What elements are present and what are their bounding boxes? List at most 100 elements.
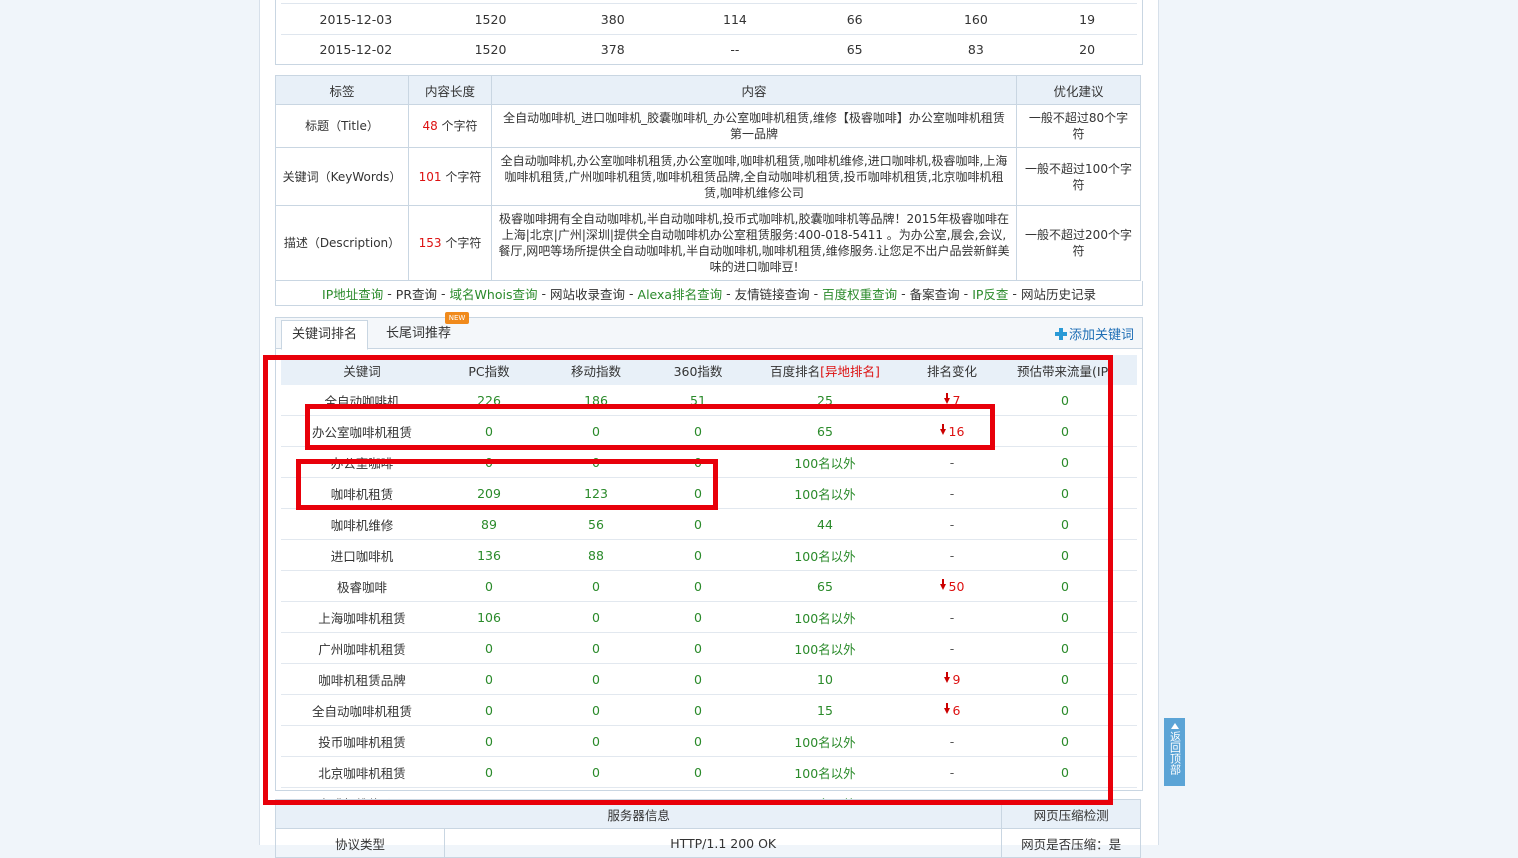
keyword-cell: 全自动咖啡机: [281, 385, 443, 416]
baidu-rank-cell: 65: [739, 415, 911, 447]
tab-bar: 关键词排名 长尾词推荐 NEW 添加关键词: [276, 312, 1142, 350]
keyword-cell: 办公室咖啡: [281, 446, 443, 478]
rank-change-value: 50: [948, 578, 965, 594]
meta-row-keywords: 关键词（KeyWords） 101 个字符 全自动咖啡机,办公室咖啡机租赁,办公…: [275, 147, 1141, 206]
meta-label-title: 标题（Title）: [275, 104, 409, 148]
rank-change-cell: -: [911, 725, 993, 757]
history-date: 2015-12-03: [319, 11, 393, 27]
tool-links-bar: IP地址查询 - PR查询 - 域名Whois查询 - 网站收录查询 - Alexa排名…: [275, 281, 1143, 306]
meta-advice: 一般不超过80个字符: [1016, 104, 1141, 148]
baidu-rank-cell: 100名以外: [739, 632, 911, 664]
meta-row-description: 描述（Description） 153 个字符 极睿咖啡拥有全自动咖啡机,半自动…: [275, 205, 1141, 281]
keyword-cell: 办公室咖啡机租赁: [281, 415, 443, 447]
arrow-down-icon: [939, 579, 946, 590]
table-row: 全自动咖啡机 226 186 51 25 7 0: [281, 385, 1137, 416]
rank-change-cell: -: [911, 756, 993, 788]
link-whois[interactable]: 域名Whois查询: [450, 284, 538, 303]
meta-content: 全自动咖啡机_进口咖啡机_胶囊咖啡机_办公室咖啡机租赁,维修【极睿咖啡】办公室咖…: [491, 104, 1017, 148]
header-keyword: 关键词: [281, 355, 443, 385]
pc-index-cell: 226: [443, 385, 535, 416]
link-site-history[interactable]: 网站历史记录: [1021, 284, 1096, 303]
mobile-index-cell: 88: [535, 539, 657, 571]
link-alexa[interactable]: Alexa排名查询: [638, 284, 723, 303]
add-keyword-button[interactable]: 添加关键词: [1054, 324, 1134, 343]
link-pr-lookup[interactable]: PR查询: [396, 284, 437, 303]
pc-index-cell: 0: [443, 446, 535, 478]
meta-length: 153 个字符: [408, 205, 492, 281]
baidu-rank-cell: 15: [739, 694, 911, 726]
meta-advice: 一般不超过200个字符: [1016, 205, 1141, 281]
keyword-cell: 北京咖啡机租赁: [281, 756, 443, 788]
table-row: 咖啡机维修 89 56 0 44-0: [281, 508, 1137, 540]
meta-advice: 一般不超过100个字符: [1016, 147, 1141, 206]
rank-change-cell: 7: [911, 385, 993, 416]
baidu-rank-cell: 10: [739, 663, 911, 695]
table-row: 全自动咖啡机租赁 0 0 0 15 6 0: [281, 694, 1137, 726]
table-row: 2015-12-02 1520 378 -- 65 83 20: [281, 34, 1137, 64]
rank-change-cell: -: [911, 539, 993, 571]
link-index-lookup[interactable]: 网站收录查询: [550, 284, 625, 303]
header-baidu-rank: 百度排名[异地排名]: [739, 355, 911, 385]
history-cell: --: [730, 41, 740, 57]
baidu-rank-cell: 65: [739, 570, 911, 602]
tab-keyword-ranking[interactable]: 关键词排名: [281, 320, 369, 350]
new-badge: NEW: [445, 312, 469, 324]
history-cell: 378: [600, 41, 625, 57]
traffic-cell: 0: [993, 756, 1137, 788]
length-number: 101: [418, 169, 442, 184]
table-row: 广州咖啡机租赁 0 0 0 100名以外 -0: [281, 632, 1137, 664]
history-cell: 380: [600, 11, 625, 27]
pc-index-cell: 0: [443, 725, 535, 757]
history-cell: 83: [967, 41, 984, 57]
index-360-cell: 0: [657, 570, 739, 602]
traffic-cell: 0: [993, 539, 1137, 571]
tab-longtail-recommend[interactable]: 长尾词推荐: [376, 320, 461, 348]
link-friend-links[interactable]: 友情链接查询: [735, 284, 810, 303]
pc-index-cell: 0: [443, 632, 535, 664]
rank-change-cell: -: [911, 508, 993, 540]
index-360-cell: 0: [657, 415, 739, 447]
table-row: 2015-12-03 1520 380 114 66 160 19: [281, 3, 1137, 35]
link-ip-reverse[interactable]: IP反查: [972, 284, 1008, 303]
table-row: 办公室咖啡机租赁 0 0 0 65 16 0: [281, 415, 1137, 447]
header-content: 内容: [491, 75, 1017, 105]
table-row: 上海咖啡机租赁 106 0 0 100名以外 -0: [281, 601, 1137, 633]
add-keyword-label: 添加关键词: [1068, 328, 1134, 343]
index-360-cell: 0: [657, 446, 739, 478]
keyword-cell: 上海咖啡机租赁: [281, 601, 443, 633]
history-cell: 65: [846, 41, 863, 57]
table-row: 北京咖啡机租赁 0 0 0 100名以外 -0: [281, 756, 1137, 788]
table-header-row: 关键词 PC指数 移动指数 360指数 百度排名[异地排名] 排名变化 预估带来…: [281, 355, 1137, 385]
index-360-cell: 0: [657, 601, 739, 633]
header-baidu-rank-label: 百度排名: [770, 363, 821, 379]
rank-change-cell: -: [911, 446, 993, 478]
mobile-index-cell: 0: [535, 694, 657, 726]
baidu-rank-cell: 100名以外: [739, 601, 911, 633]
rank-change-cell: 16: [911, 415, 993, 447]
baidu-rank-cell: 100名以外: [739, 756, 911, 788]
keyword-cell: 咖啡机维修: [281, 508, 443, 540]
meta-length: 101 个字符: [408, 147, 492, 206]
baidu-rank-cell: 100名以外: [739, 539, 911, 571]
length-unit: 个字符: [441, 169, 482, 184]
length-number: 48: [422, 119, 438, 133]
header-mobile-index: 移动指数: [535, 355, 657, 385]
link-ip-lookup[interactable]: IP地址查询: [322, 284, 383, 303]
index-360-cell: 0: [657, 539, 739, 571]
link-baidu-weight[interactable]: 百度权重查询: [822, 284, 897, 303]
header-compress-check: 网页压缩检测: [1001, 799, 1141, 829]
arrow-down-icon: [943, 703, 950, 714]
link-icp-lookup[interactable]: 备案查询: [910, 284, 960, 303]
index-360-cell: 0: [657, 632, 739, 664]
traffic-cell: 0: [993, 601, 1137, 633]
header-remote-rank-link[interactable]: [异地排名]: [820, 364, 880, 379]
protocol-label: 协议类型: [275, 828, 445, 858]
index-360-cell: 0: [657, 725, 739, 757]
back-to-top-button[interactable]: 返回顶部: [1164, 718, 1185, 786]
table-row: 极睿咖啡 0 0 0 65 50 0: [281, 570, 1137, 602]
pc-index-cell: 209: [443, 477, 535, 509]
traffic-cell: 0: [993, 385, 1137, 416]
pc-index-cell: 0: [443, 663, 535, 695]
rank-change-cell: 6: [911, 694, 993, 726]
rank-change-value: 7: [952, 392, 961, 408]
